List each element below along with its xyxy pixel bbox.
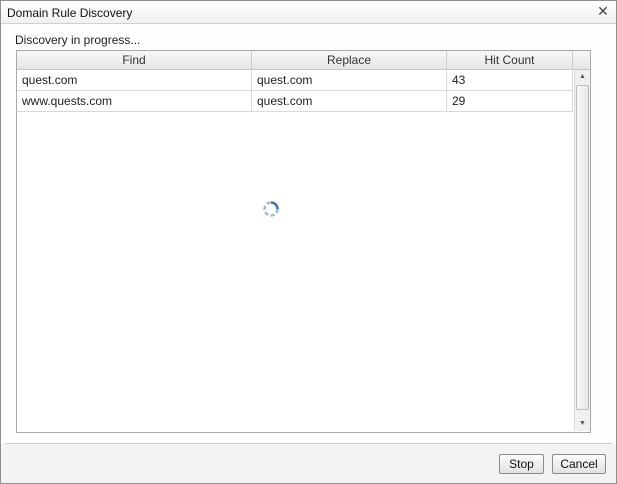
replace-cell: quest.com: [252, 91, 447, 111]
cancel-button[interactable]: Cancel: [552, 454, 606, 474]
results-table: Find Replace Hit Count quest.com quest.c…: [16, 50, 591, 433]
dialog-title: Domain Rule Discovery: [7, 6, 133, 20]
hit-count-cell: 43: [447, 70, 573, 90]
find-cell: www.quests.com: [17, 91, 252, 111]
title-bar: Domain Rule Discovery ✕: [1, 1, 616, 24]
domain-rule-discovery-dialog: Domain Rule Discovery ✕ Discovery in pro…: [0, 0, 617, 484]
table-header: Find Replace Hit Count: [17, 51, 590, 70]
stop-button[interactable]: Stop: [499, 454, 544, 474]
vertical-scrollbar[interactable]: ▲ ▼: [574, 70, 590, 431]
hit-count-cell: 29: [447, 91, 573, 111]
dialog-footer: Stop Cancel: [1, 444, 616, 483]
replace-cell: quest.com: [252, 70, 447, 90]
close-icon[interactable]: ✕: [596, 4, 610, 18]
scroll-up-icon[interactable]: ▲: [575, 70, 590, 84]
scroll-down-icon[interactable]: ▼: [575, 417, 590, 431]
column-header-find[interactable]: Find: [17, 51, 252, 69]
status-text: Discovery in progress...: [15, 33, 141, 47]
scrollbar-thumb[interactable]: [576, 85, 589, 410]
table-row[interactable]: quest.com quest.com 43: [17, 70, 573, 91]
loading-spinner-icon: [263, 201, 279, 217]
column-header-replace[interactable]: Replace: [252, 51, 447, 69]
table-row[interactable]: www.quests.com quest.com 29: [17, 91, 573, 112]
column-header-hit-count[interactable]: Hit Count: [447, 51, 573, 69]
find-cell: quest.com: [17, 70, 252, 90]
